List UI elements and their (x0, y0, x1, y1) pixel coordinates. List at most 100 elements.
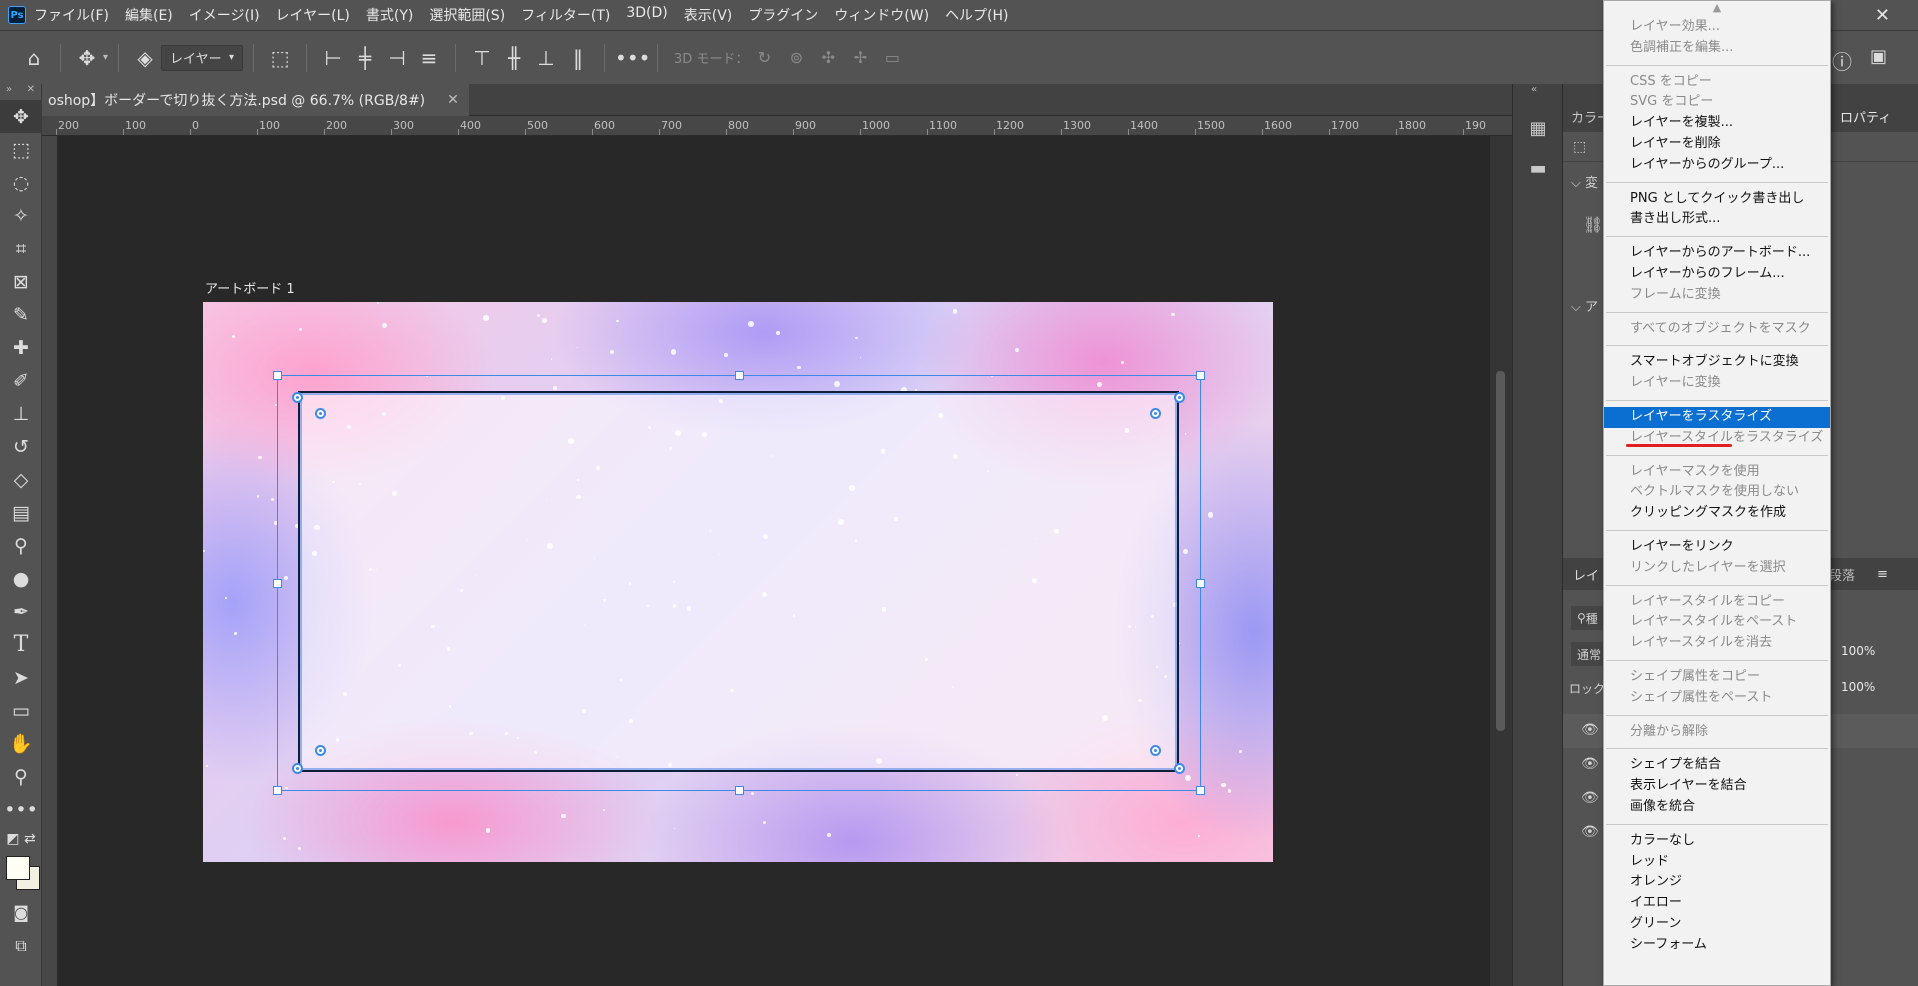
eye-icon[interactable]: 👁 (1581, 824, 1599, 840)
context-menu-item[interactable]: オレンジ (1604, 872, 1830, 893)
context-menu-item[interactable]: レイヤーからのフレーム... (1604, 264, 1830, 285)
dodge-tool-icon[interactable]: ● (0, 562, 42, 595)
path-selection-tool-icon[interactable]: ➤ (0, 661, 42, 694)
transform-handle-bottom[interactable] (735, 786, 744, 795)
blur-tool-icon[interactable]: ⚲ (0, 529, 42, 562)
eyedropper-tool-icon[interactable]: ✎ (0, 298, 42, 331)
transform-handle-bottom-left[interactable] (273, 786, 282, 795)
chevron-down-icon[interactable]: ▾ (103, 52, 108, 63)
context-menu-item[interactable]: シェイプを結合 (1604, 755, 1830, 776)
transform-handle-top-right[interactable] (1196, 371, 1205, 380)
auto-select-icon[interactable]: ◈ (129, 46, 161, 70)
context-menu-item[interactable]: レイヤーを複製... (1604, 113, 1830, 134)
more-options-icon[interactable]: ••• (615, 46, 650, 70)
align-vcenter-icon[interactable]: ╫ (498, 46, 530, 70)
align-right-icon[interactable]: ⊣ (381, 46, 413, 70)
menu-item[interactable]: 3D(D) (626, 5, 667, 25)
context-menu-item[interactable]: レイヤーからのアートボード... (1604, 243, 1830, 264)
tab-paragraph[interactable]: 段落 (1829, 565, 1855, 584)
foreground-color-swatch[interactable] (6, 856, 30, 880)
context-menu-item[interactable]: イエロー (1604, 893, 1830, 914)
context-menu-item[interactable]: グリーン (1604, 914, 1830, 935)
transform-handle-top-left[interactable] (273, 371, 282, 380)
color-swatches[interactable] (0, 852, 41, 896)
context-menu-item[interactable]: レイヤーをリンク (1604, 537, 1830, 558)
3d-slide-icon[interactable]: ✢ (844, 48, 876, 67)
menu-item[interactable]: 選択範囲(S) (429, 5, 505, 25)
history-brush-tool-icon[interactable]: ↺ (0, 430, 42, 463)
menu-item[interactable]: ウィンドウ(W) (834, 5, 929, 25)
align-bottom-icon[interactable]: ⊥ (530, 46, 562, 70)
brush-tool-icon[interactable]: ✐ (0, 364, 42, 397)
context-menu-item[interactable]: PNG としてクイック書き出し (1604, 189, 1830, 210)
align-left-icon[interactable]: ⊢ (317, 46, 349, 70)
document-tab[interactable]: oshop】ボーダーで切り抜く方法.psd @ 66.7% (RGB/8#) ✕ (42, 84, 469, 116)
transform-controls-icon[interactable]: ⬚ (264, 46, 296, 70)
3d-orbit-icon[interactable]: ↻ (748, 48, 780, 67)
eye-icon[interactable]: 👁 (1581, 790, 1599, 806)
context-menu-item[interactable]: レイヤーをラスタライズ (1604, 406, 1830, 428)
distribute-icon[interactable]: ≡ (413, 46, 445, 70)
corner-anchor-point[interactable] (292, 763, 303, 774)
auto-select-target-dropdown[interactable]: レイヤー ▾ (161, 44, 244, 71)
context-menu-item[interactable]: レッド (1604, 852, 1830, 873)
eye-icon[interactable]: 👁 (1581, 722, 1599, 738)
3d-camera-icon[interactable]: ▭ (876, 48, 908, 67)
crop-tool-icon[interactable]: ⌗ (0, 232, 42, 265)
history-panel-icon[interactable]: ▦ (1513, 108, 1563, 148)
align-hcenter-icon[interactable]: ╪ (349, 46, 381, 70)
menu-item[interactable]: 書式(Y) (366, 5, 413, 25)
rectangle-tool-icon[interactable]: ▭ (0, 694, 42, 727)
gradient-tool-icon[interactable]: ▤ (0, 496, 42, 529)
help-icon[interactable]: ⓘ (1832, 46, 1852, 75)
context-menu-item[interactable]: 画像を統合 (1604, 797, 1830, 818)
menu-item[interactable]: フィルター(T) (521, 5, 610, 25)
menu-item[interactable]: ファイル(F) (34, 5, 109, 25)
collapse-icon[interactable]: » (6, 84, 12, 100)
transform-handle-top[interactable] (735, 371, 744, 380)
zoom-tool-icon[interactable]: ⚲ (0, 760, 42, 793)
context-menu-item[interactable]: シーフォーム (1604, 935, 1830, 956)
menu-item[interactable]: 表示(V) (684, 5, 733, 25)
corner-anchor-point[interactable] (1174, 763, 1185, 774)
tab-properties[interactable]: ロパティ (1840, 107, 1891, 126)
clone-stamp-tool-icon[interactable]: ⊥ (0, 397, 42, 430)
move-tool-icon[interactable]: ✥ (71, 46, 103, 70)
context-menu-item[interactable]: スマートオブジェクトに変換 (1604, 352, 1830, 373)
eraser-tool-icon[interactable]: ◇ (0, 463, 42, 496)
menu-item[interactable]: レイヤー(L) (276, 5, 350, 25)
tab-layers[interactable]: レイ (1573, 565, 1599, 584)
marquee-tool-icon[interactable]: ⬚ (0, 133, 42, 166)
panel-menu-icon[interactable]: ≡ (1877, 567, 1888, 582)
corner-radius-widget[interactable] (1150, 745, 1161, 756)
context-menu-item[interactable]: レイヤーを削除 (1604, 134, 1830, 155)
edit-toolbar-icon[interactable]: ••• (0, 793, 42, 826)
corner-radius-widget[interactable] (315, 745, 326, 756)
swap-colors-icon[interactable]: ◩ ⇄ (0, 826, 42, 852)
move-tool-icon[interactable]: ✥ (0, 100, 42, 133)
vertical-scrollbar[interactable] (1490, 136, 1512, 986)
scrollbar-thumb[interactable] (1496, 371, 1505, 731)
shape-properties-icon[interactable]: ⬚ (1573, 139, 1586, 155)
collapse-icon[interactable]: « (1513, 84, 1562, 100)
comments-panel-icon[interactable]: ▬ (1513, 148, 1563, 188)
transform-handle-bottom-right[interactable] (1196, 786, 1205, 795)
transform-handle-right[interactable] (1196, 579, 1205, 588)
screen-mode-icon[interactable]: ⧉ (0, 929, 42, 962)
context-menu-item[interactable]: クリッピングマスクを作成 (1604, 503, 1830, 524)
type-tool-icon[interactable]: T (0, 628, 42, 661)
home-icon[interactable]: ⌂ (18, 46, 50, 70)
healing-brush-tool-icon[interactable]: ✚ (0, 331, 42, 364)
close-icon[interactable]: ✕ (1875, 5, 1890, 26)
lasso-tool-icon[interactable]: ◌ (0, 166, 42, 199)
corner-radius-widget[interactable] (1150, 408, 1161, 419)
context-menu-item[interactable]: カラーなし (1604, 831, 1830, 852)
hand-tool-icon[interactable]: ✋ (0, 727, 42, 760)
magic-wand-tool-icon[interactable]: ✧ (0, 199, 42, 232)
quick-mask-icon[interactable]: ◙ (0, 896, 42, 929)
menu-item[interactable]: イメージ(I) (189, 5, 260, 25)
frame-tool-icon[interactable]: ⊠ (0, 265, 42, 298)
menu-item[interactable]: ヘルプ(H) (945, 5, 1008, 25)
corner-radius-widget[interactable] (315, 408, 326, 419)
transform-handle-left[interactable] (273, 579, 282, 588)
